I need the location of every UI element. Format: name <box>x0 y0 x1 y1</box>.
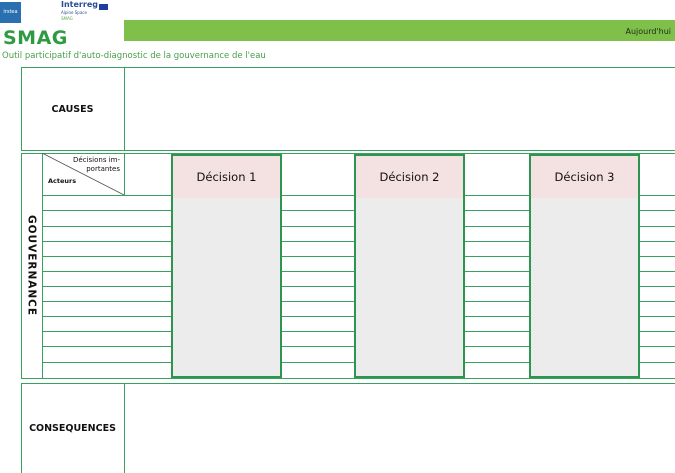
today-label[interactable]: Aujourd'hui <box>625 27 671 36</box>
interreg-logo-text: Interreg <box>61 0 98 9</box>
consequences-input-area[interactable] <box>126 385 675 473</box>
causes-input-area[interactable] <box>126 69 675 149</box>
smag-mini-logo: SMAG <box>61 16 73 21</box>
acteurs-header-label: Acteurs <box>48 177 77 185</box>
gouvernance-label-cell: GOUVERNANCE <box>21 153 42 379</box>
actors-column-divider <box>124 153 125 195</box>
gouvernance-label: GOUVERNANCE <box>25 215 38 317</box>
irstea-logo: irstea <box>0 2 21 23</box>
alpine-space-text: Alpine Space <box>61 10 87 15</box>
decision-body <box>356 198 463 376</box>
consequences-divider <box>124 383 125 473</box>
decision-column-3[interactable]: Décision 3 <box>529 154 640 378</box>
decisions-header-label: Décisions im- portantes <box>73 156 120 173</box>
consequences-label: CONSEQUENCES <box>29 422 116 434</box>
eu-flag-icon <box>99 4 108 10</box>
app-title: SMAG <box>3 27 68 49</box>
decision-body <box>531 198 638 376</box>
causes-label: CAUSES <box>51 103 94 115</box>
decision-body <box>173 198 280 376</box>
decision-column-1[interactable]: Décision 1 <box>171 154 282 378</box>
decision-header[interactable]: Décision 3 <box>531 156 638 198</box>
decision-column-2[interactable]: Décision 2 <box>354 154 465 378</box>
decision-header[interactable]: Décision 1 <box>173 156 280 198</box>
causes-divider <box>124 67 125 151</box>
app-subtitle: Outil participatif d'auto-diagnostic de … <box>2 51 266 61</box>
decision-header[interactable]: Décision 2 <box>356 156 463 198</box>
header-bar <box>124 20 675 41</box>
